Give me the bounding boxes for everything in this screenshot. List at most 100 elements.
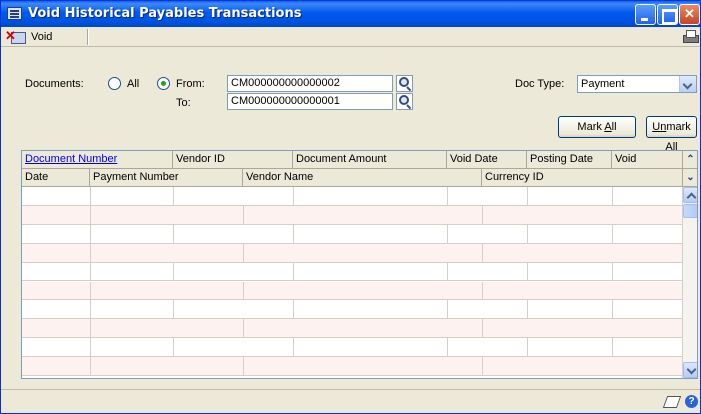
- column-header-currency-id[interactable]: Currency ID: [482, 169, 682, 187]
- row-cell-divider: [90, 224, 91, 243]
- row-cell-divider: [90, 262, 91, 281]
- column-header-void-date[interactable]: Void Date: [447, 151, 527, 169]
- scroll-up-button[interactable]: [683, 187, 697, 203]
- unmark-all-label-start: U: [652, 121, 661, 133]
- row-cell-divider: [612, 224, 613, 243]
- table-row[interactable]: [22, 281, 682, 301]
- print-icon[interactable]: [683, 30, 699, 43]
- doc-type-value: Payment: [581, 78, 625, 90]
- row-cell-divider: [173, 300, 174, 319]
- all-radio[interactable]: [108, 77, 121, 90]
- toolbar: Void: [1, 27, 700, 47]
- vertical-scrollbar[interactable]: [682, 187, 697, 378]
- to-document-input[interactable]: CM000000000000001: [227, 93, 393, 110]
- mark-all-label-end: ll: [611, 121, 617, 133]
- title-bar: Void Historical Payables Transactions ✕: [1, 1, 700, 27]
- minimize-button[interactable]: [635, 4, 656, 25]
- mark-all-label-access-key: A: [604, 121, 612, 133]
- table-row[interactable]: [22, 338, 682, 358]
- doc-type-select[interactable]: Payment: [577, 75, 697, 93]
- void-button[interactable]: Void: [5, 28, 53, 45]
- row-cell-divider: [612, 262, 613, 281]
- expand-rows-icon[interactable]: ⌄: [682, 169, 697, 187]
- close-button[interactable]: ✕: [679, 4, 700, 25]
- column-header-document-number[interactable]: Document Number: [22, 151, 173, 169]
- row-cell-divider: [527, 224, 528, 243]
- from-document-input[interactable]: CM000000000000002: [227, 75, 393, 92]
- void-icon: [5, 28, 26, 44]
- status-bar: ?: [1, 389, 700, 413]
- grid-header-row-2: Date Payment Number Vendor Name Currency…: [22, 169, 682, 187]
- row-cell-divider: [447, 338, 448, 357]
- table-row[interactable]: [22, 224, 682, 244]
- column-header-posting-date[interactable]: Posting Date: [527, 151, 612, 169]
- column-header-void[interactable]: Void: [612, 151, 682, 169]
- table-row[interactable]: [22, 262, 682, 282]
- column-header-payment-number[interactable]: Payment Number: [90, 169, 243, 187]
- documents-label: Documents:: [25, 78, 84, 90]
- row-cell-divider: [527, 187, 528, 205]
- row-cell-divider: [243, 243, 244, 262]
- from-label: From:: [176, 78, 205, 90]
- window-title: Void Historical Payables Transactions: [28, 6, 302, 21]
- row-cell-divider: [612, 300, 613, 319]
- row-cell-divider: [243, 281, 244, 300]
- magnifier-handle: [406, 104, 412, 110]
- void-button-label: Void: [31, 31, 53, 43]
- row-cell-divider: [482, 281, 483, 300]
- table-row[interactable]: [22, 357, 682, 376]
- magnifier-handle: [406, 86, 412, 92]
- row-cell-divider: [482, 357, 483, 375]
- column-header-vendor-id[interactable]: Vendor ID: [173, 151, 293, 169]
- row-cell-divider: [90, 281, 91, 300]
- row-cell-divider: [527, 262, 528, 281]
- row-cell-divider: [90, 357, 91, 375]
- row-cell-divider: [90, 338, 91, 357]
- from-lookup-button[interactable]: [396, 75, 413, 92]
- row-cell-divider: [482, 243, 483, 262]
- transactions-grid: Document Number Vendor ID Document Amoun…: [21, 150, 698, 379]
- to-label: To:: [176, 97, 191, 109]
- table-row[interactable]: [22, 319, 682, 339]
- note-icon[interactable]: [662, 396, 682, 408]
- grid-header-row-1: Document Number Vendor ID Document Amoun…: [22, 151, 682, 169]
- void-historical-payables-window: Void Historical Payables Transactions ✕ …: [0, 0, 701, 414]
- row-cell-divider: [293, 338, 294, 357]
- row-cell-divider: [90, 243, 91, 262]
- doc-type-label: Doc Type:: [515, 78, 565, 90]
- to-lookup-button[interactable]: [396, 93, 413, 110]
- column-header-vendor-name[interactable]: Vendor Name: [243, 169, 482, 187]
- scroll-down-button[interactable]: [683, 362, 697, 378]
- scrollbar-thumb[interactable]: [683, 204, 697, 218]
- row-cell-divider: [447, 187, 448, 205]
- mark-all-label-start: Mark: [577, 121, 605, 133]
- row-cell-divider: [612, 338, 613, 357]
- row-cell-divider: [447, 262, 448, 281]
- row-cell-divider: [173, 224, 174, 243]
- row-cell-divider: [90, 319, 91, 338]
- mark-all-button[interactable]: Mark All: [558, 116, 636, 138]
- unmark-all-button[interactable]: Unmark All: [646, 116, 697, 153]
- column-header-date[interactable]: Date: [22, 169, 90, 187]
- maximize-button[interactable]: [657, 4, 678, 25]
- row-cell-divider: [243, 319, 244, 338]
- row-cell-divider: [243, 357, 244, 375]
- table-row[interactable]: [22, 205, 682, 225]
- row-cell-divider: [293, 187, 294, 205]
- chevron-down-icon[interactable]: [679, 76, 696, 92]
- row-cell-divider: [90, 205, 91, 224]
- table-row[interactable]: [22, 187, 682, 206]
- window-app-icon: [7, 7, 22, 20]
- row-cell-divider: [527, 300, 528, 319]
- all-radio-label: All: [127, 78, 140, 90]
- row-cell-divider: [482, 319, 483, 338]
- row-cell-divider: [90, 300, 91, 319]
- unmark-all-label-end: mark All: [665, 121, 691, 153]
- column-header-document-amount[interactable]: Document Amount: [293, 151, 447, 169]
- help-icon[interactable]: ?: [685, 395, 698, 408]
- collapse-rows-icon[interactable]: ⌃: [682, 151, 697, 169]
- table-row[interactable]: [22, 243, 682, 263]
- table-row[interactable]: [22, 300, 682, 320]
- from-radio[interactable]: [157, 77, 170, 90]
- row-cell-divider: [173, 262, 174, 281]
